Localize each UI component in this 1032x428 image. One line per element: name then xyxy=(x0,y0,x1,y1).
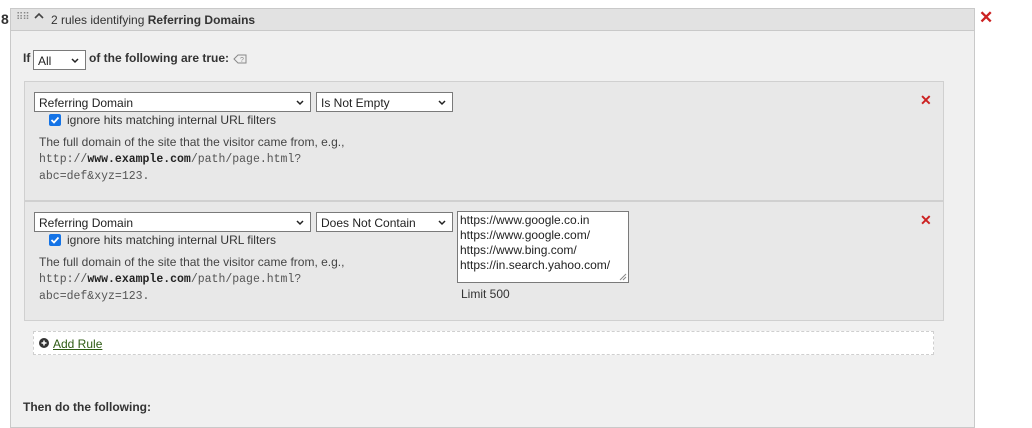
drag-handle-icon[interactable]: ⠿⠿ xyxy=(16,12,30,23)
condition-row: If of the following are true: xyxy=(23,51,229,65)
help-icon[interactable]: ? xyxy=(233,53,247,65)
svg-text:?: ? xyxy=(240,57,244,64)
code-part: /path/page.html? xyxy=(190,273,302,286)
following-label: of the following are true: xyxy=(89,51,229,65)
description-example-cont: abc=def&xyz=123. xyxy=(39,170,150,183)
rule-number: 8 xyxy=(1,11,9,27)
code-part: http:// xyxy=(39,153,88,166)
field-select-1-value: Referring Domain xyxy=(39,96,134,110)
match-select[interactable]: All xyxy=(33,50,86,70)
field-select-2[interactable]: Referring Domain xyxy=(34,212,311,232)
remove-rule-set-icon[interactable]: ✕ xyxy=(979,8,993,28)
remove-rule-icon[interactable]: ✕ xyxy=(920,92,932,109)
field-select-1[interactable]: Referring Domain xyxy=(34,92,311,112)
field-select-2-value: Referring Domain xyxy=(39,216,134,230)
code-part: /path/page.html? xyxy=(190,153,302,166)
chevron-down-icon xyxy=(296,100,304,106)
ignore-internal-label-1: ignore hits matching internal URL filter… xyxy=(67,113,276,127)
chevron-up-icon[interactable] xyxy=(33,10,45,25)
match-select-value: All xyxy=(38,54,52,68)
chevron-down-icon xyxy=(438,220,446,226)
resize-handle-icon[interactable] xyxy=(619,273,627,281)
description-text: The full domain of the site that the vis… xyxy=(39,135,345,149)
chevron-down-icon xyxy=(438,100,446,106)
ignore-internal-checkbox-2[interactable] xyxy=(49,234,61,246)
rule-description-2: The full domain of the site that the vis… xyxy=(39,254,369,305)
chevron-down-icon xyxy=(71,58,79,64)
code-bold: www.example.com xyxy=(87,273,191,286)
remove-rule-icon[interactable]: ✕ xyxy=(920,212,932,229)
values-textarea[interactable]: https://www.google.co.in https://www.goo… xyxy=(457,211,629,283)
ignore-internal-checkbox-1[interactable] xyxy=(49,114,61,126)
value-line: https://www.google.com/ xyxy=(460,228,591,242)
ignore-internal-label-2: ignore hits matching internal URL filter… xyxy=(67,233,276,247)
if-label: If xyxy=(23,51,31,65)
operator-select-1-value: Is Not Empty xyxy=(321,96,390,110)
title-prefix: 2 rules identifying xyxy=(51,13,145,27)
plus-circle-icon[interactable] xyxy=(39,338,49,348)
limit-label: Limit 500 xyxy=(461,287,510,301)
chevron-down-icon xyxy=(296,220,304,226)
operator-select-2-value: Does Not Contain xyxy=(321,216,416,230)
description-example: http://www.example.com/path/page.html? xyxy=(39,151,369,168)
rule-row-1: Referring Domain Is Not Empty ignore hit… xyxy=(24,81,944,201)
rule-row-2: Referring Domain Does Not Contain ignore… xyxy=(24,201,944,321)
value-line: https://www.bing.com/ xyxy=(460,243,577,257)
description-text: The full domain of the site that the vis… xyxy=(39,255,345,269)
code-part: http:// xyxy=(39,273,88,286)
add-rule-link[interactable]: Add Rule xyxy=(53,337,102,351)
add-rule-area: Add Rule xyxy=(33,331,934,355)
operator-select-1[interactable]: Is Not Empty xyxy=(316,92,453,112)
description-example-cont: abc=def&xyz=123. xyxy=(39,290,150,303)
rule-panel: ⠿⠿ 2 rules identifying Referring Domains… xyxy=(10,8,975,428)
value-line: https://in.search.yahoo.com/ xyxy=(460,258,611,272)
description-example: http://www.example.com/path/page.html? xyxy=(39,271,369,288)
operator-select-2[interactable]: Does Not Contain xyxy=(316,212,453,232)
value-line: https://www.google.co.in xyxy=(460,213,590,227)
rule-description-1: The full domain of the site that the vis… xyxy=(39,134,369,185)
panel-header: ⠿⠿ 2 rules identifying Referring Domains xyxy=(11,9,974,31)
title-bold: Referring Domains xyxy=(147,13,256,27)
panel-title: 2 rules identifying Referring Domains xyxy=(51,13,255,27)
code-bold: www.example.com xyxy=(87,153,191,166)
